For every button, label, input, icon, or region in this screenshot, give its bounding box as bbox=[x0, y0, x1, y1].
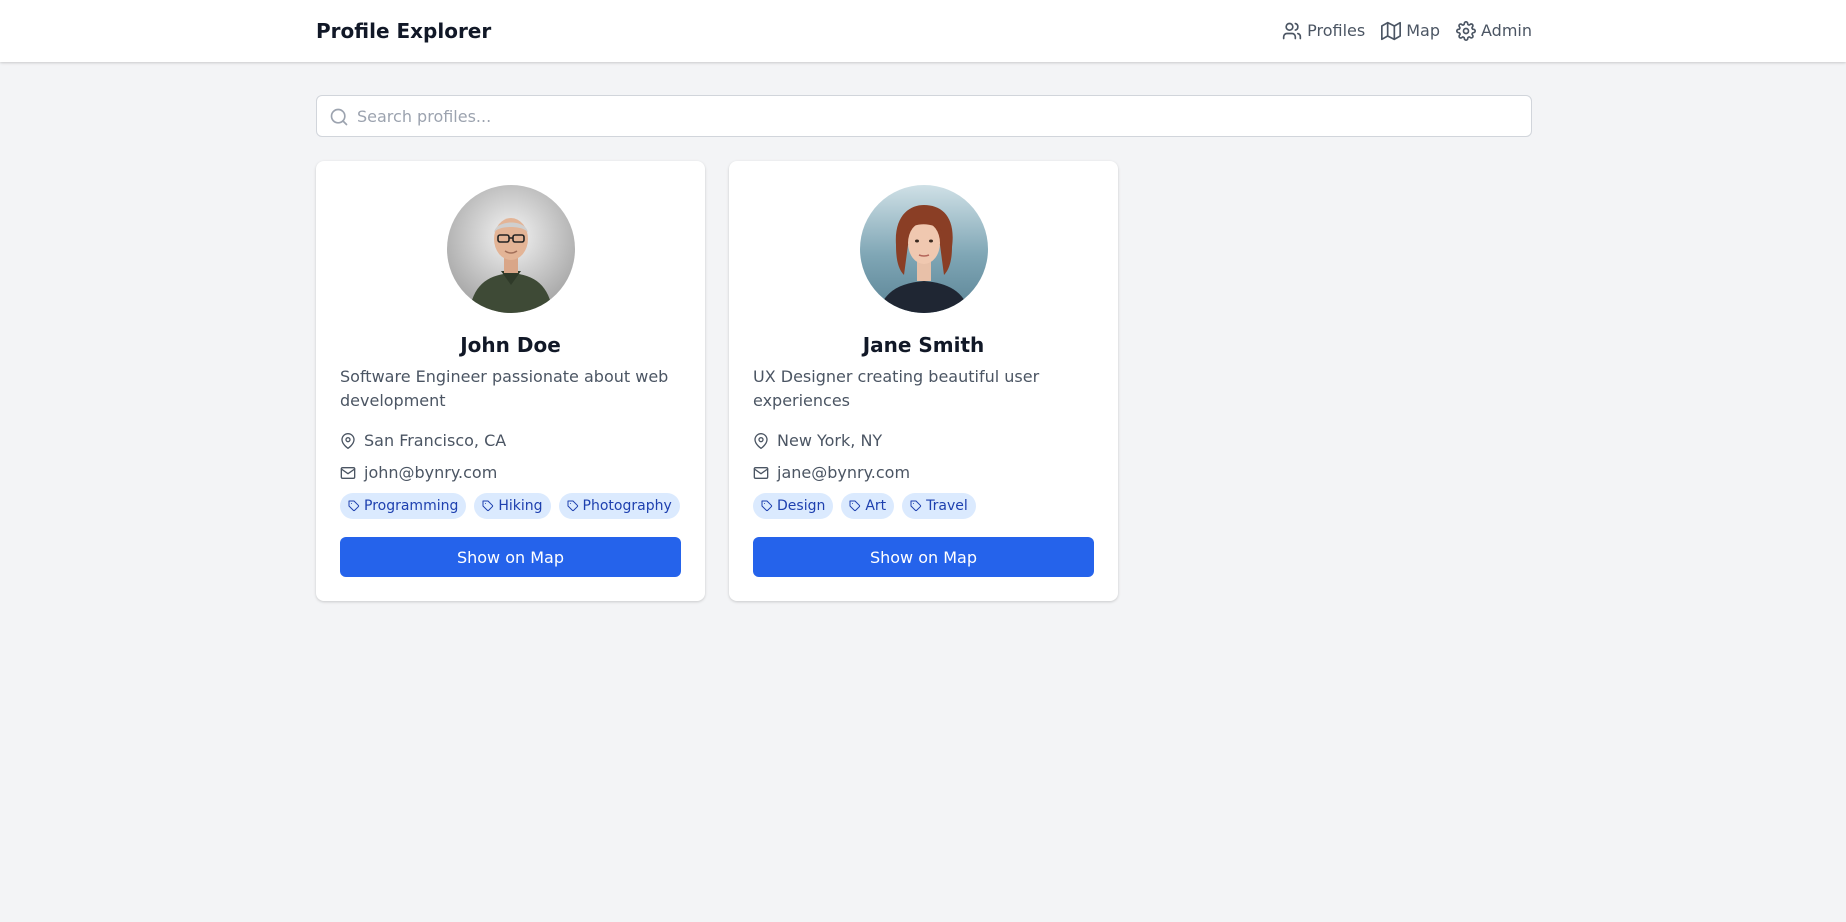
show-on-map-button[interactable]: Show on Map bbox=[340, 537, 681, 577]
tag-icon bbox=[348, 500, 360, 512]
profile-bio: UX Designer creating beautiful user expe… bbox=[753, 367, 1040, 410]
tag-label: Art bbox=[865, 498, 887, 514]
nav-links: Profiles Map Admin bbox=[1282, 19, 1532, 43]
avatar bbox=[860, 185, 988, 313]
tag-badge: Programming bbox=[340, 493, 467, 519]
nav-link-label: Profiles bbox=[1307, 21, 1366, 40]
profile-card: Jane Smith UX Designer creating beautifu… bbox=[729, 161, 1118, 601]
mail-icon bbox=[753, 467, 769, 479]
users-icon bbox=[1282, 22, 1302, 40]
tag-label: Programming bbox=[364, 498, 459, 514]
profile-name: John Doe bbox=[460, 333, 561, 357]
tag-badge: Design bbox=[753, 493, 834, 519]
tag-icon bbox=[761, 500, 773, 512]
tag-icon bbox=[910, 500, 922, 512]
profile-email: jane@bynry.com bbox=[753, 461, 910, 485]
profile-email: john@bynry.com bbox=[340, 461, 497, 485]
profile-bio: Software Engineer passionate about web d… bbox=[340, 367, 669, 410]
tag-list: Programming Hiking Photography bbox=[340, 493, 680, 519]
nav-link-map[interactable]: Map bbox=[1381, 19, 1440, 43]
tag-badge: Travel bbox=[902, 493, 976, 519]
search-icon bbox=[330, 108, 348, 126]
map-pin-icon bbox=[341, 433, 355, 449]
nav-link-admin[interactable]: Admin bbox=[1456, 19, 1532, 43]
tag-badge: Hiking bbox=[474, 493, 551, 519]
gear-icon bbox=[1456, 21, 1476, 41]
map-pin-icon bbox=[754, 433, 768, 449]
tag-label: Design bbox=[777, 498, 826, 514]
nav-link-label: Admin bbox=[1481, 21, 1532, 40]
location-text: New York, NY bbox=[777, 431, 883, 450]
show-on-map-button[interactable]: Show on Map bbox=[753, 537, 1094, 577]
tag-icon bbox=[849, 500, 861, 512]
profile-name: Jane Smith bbox=[862, 333, 985, 357]
tag-badge: Art bbox=[841, 493, 895, 519]
avatar bbox=[447, 185, 575, 313]
tag-badge: Photography bbox=[558, 493, 680, 519]
nav-link-label: Map bbox=[1406, 21, 1440, 40]
search-input[interactable] bbox=[357, 96, 1517, 136]
nav-link-profiles[interactable]: Profiles bbox=[1282, 19, 1365, 43]
avatar-photo bbox=[860, 185, 988, 313]
location-text: San Francisco, CA bbox=[364, 431, 507, 450]
profile-location: New York, NY bbox=[753, 429, 882, 453]
profile-card: John Doe Software Engineer passionate ab… bbox=[316, 161, 705, 601]
tag-label: Travel bbox=[926, 498, 968, 514]
tag-list: Design Art Travel bbox=[753, 493, 976, 519]
tag-icon bbox=[482, 500, 494, 512]
profile-location: San Francisco, CA bbox=[340, 429, 506, 453]
avatar-photo bbox=[447, 185, 575, 313]
tag-icon bbox=[567, 500, 578, 512]
email-text: john@bynry.com bbox=[364, 463, 498, 482]
mail-icon bbox=[340, 467, 356, 479]
map-icon bbox=[1381, 21, 1402, 41]
navbar: Profile Explorer Profiles Map Admin bbox=[0, 0, 1846, 62]
search-bar bbox=[316, 95, 1532, 137]
email-text: jane@bynry.com bbox=[777, 463, 911, 482]
tag-label: Photography bbox=[582, 498, 672, 514]
app-title[interactable]: Profile Explorer bbox=[316, 17, 491, 45]
tag-label: Hiking bbox=[498, 498, 543, 514]
